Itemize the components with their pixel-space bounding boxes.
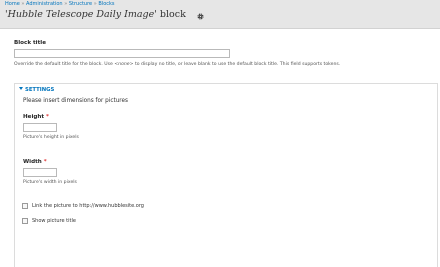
settings-intro: Please insert dimensions for pictures [23, 98, 128, 104]
height-description: Picture's height in pixels [23, 135, 79, 140]
breadcrumb-separator: » [93, 1, 97, 7]
required-marker: * [43, 159, 47, 165]
settings-legend[interactable]: SETTINGS [19, 87, 54, 93]
block-title-description: Override the default title for the block… [14, 62, 340, 67]
height-label-text: Height [23, 114, 45, 120]
settings-legend-label: SETTINGS [25, 87, 55, 93]
page-header: Home » Administration » Structure » Bloc… [0, 0, 440, 29]
show-title-checkbox[interactable] [22, 218, 28, 224]
settings-fieldset: SETTINGS Please insert dimensions for pi… [14, 83, 438, 267]
required-marker: * [46, 114, 49, 120]
height-label: Height * [23, 114, 49, 120]
block-title-label: Block title [14, 40, 46, 46]
page-title: 'Hubble Telescope Daily Image' block [5, 9, 186, 21]
show-title-label[interactable]: Show picture title [32, 218, 76, 224]
width-input[interactable] [23, 168, 57, 177]
breadcrumb-separator: » [64, 1, 68, 7]
breadcrumb-separator: » [21, 1, 25, 7]
link-picture-checkbox[interactable] [22, 203, 28, 209]
description-code: <none> [114, 62, 134, 67]
breadcrumb-structure[interactable]: Structure [69, 1, 92, 7]
collapse-arrow-icon [19, 87, 23, 90]
title-suffix: block [156, 9, 186, 20]
breadcrumb-administration[interactable]: Administration [26, 1, 63, 7]
link-picture-label[interactable]: Link the picture to http://www.hubblesit… [32, 203, 144, 209]
width-label-text: Width [23, 159, 42, 165]
breadcrumb-blocks[interactable]: Blocks [98, 1, 114, 7]
description-text: to display no title, or leave blank to u… [133, 62, 341, 67]
breadcrumb-home[interactable]: Home [5, 1, 20, 7]
description-text: Override the default title for the block… [14, 62, 115, 67]
gear-icon[interactable] [197, 13, 204, 20]
block-title-input[interactable] [14, 49, 230, 58]
title-block-name: Hubble Telescope Daily Image [7, 9, 155, 20]
breadcrumb: Home » Administration » Structure » Bloc… [5, 1, 115, 7]
width-description: Picture's width in pixels [23, 180, 77, 185]
width-label: Width * [23, 159, 47, 165]
height-input[interactable] [23, 123, 57, 132]
block-configure-form: Block title Override the default title f… [0, 29, 440, 267]
